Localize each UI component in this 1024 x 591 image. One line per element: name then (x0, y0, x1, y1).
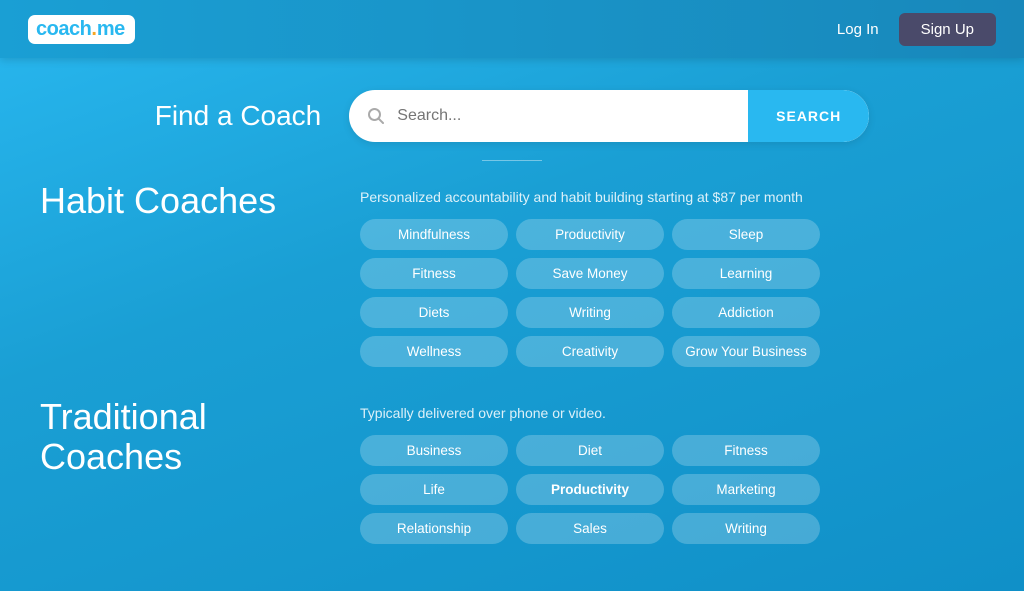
tag-button[interactable]: Save Money (516, 258, 664, 289)
habit-coaches-title: Habit Coaches (40, 181, 330, 221)
main-content: Habit Coaches Personalized accountabilit… (0, 181, 1024, 544)
tag-button[interactable]: Relationship (360, 513, 508, 544)
logo-me-text: me (97, 18, 125, 41)
nav-actions: Log In Sign Up (837, 13, 996, 46)
habit-coaches-left: Habit Coaches (40, 181, 360, 221)
tag-button[interactable]: Wellness (360, 336, 508, 367)
tag-button[interactable]: Business (360, 435, 508, 466)
traditional-coaches-subtitle: Typically delivered over phone or video. (360, 405, 984, 421)
tag-button[interactable]: Diet (516, 435, 664, 466)
tag-button[interactable]: Addiction (672, 297, 820, 328)
habit-coaches-section: Habit Coaches Personalized accountabilit… (40, 181, 984, 367)
tag-button[interactable]: Marketing (672, 474, 820, 505)
tag-button[interactable]: Life (360, 474, 508, 505)
tag-button[interactable]: Sales (516, 513, 664, 544)
tag-button[interactable]: Fitness (672, 435, 820, 466)
habit-coaches-tags: Mindfulness Productivity Sleep Fitness Save … (360, 219, 820, 367)
search-button[interactable]: SEARCH (748, 90, 869, 142)
tag-button[interactable]: Learning (672, 258, 820, 289)
logo-coach-text: coach (36, 18, 91, 41)
section-divider (482, 160, 542, 161)
traditional-coaches-section: Traditional Coaches Typically delivered … (40, 397, 984, 544)
tag-button[interactable]: Writing (672, 513, 820, 544)
tag-button[interactable]: Productivity (516, 219, 664, 250)
tag-button[interactable]: Sleep (672, 219, 820, 250)
logo-image: coach.me (28, 15, 135, 44)
navbar: coach.me Log In Sign Up (0, 0, 1024, 58)
search-bar: SEARCH (349, 90, 869, 142)
tag-button[interactable]: Mindfulness (360, 219, 508, 250)
signup-button[interactable]: Sign Up (899, 13, 996, 46)
traditional-coaches-title: Traditional Coaches (40, 397, 330, 476)
traditional-coaches-right: Typically delivered over phone or video.… (360, 397, 984, 544)
search-icon (349, 107, 397, 125)
tag-button[interactable]: Diets (360, 297, 508, 328)
traditional-coaches-tags: Business Diet Fitness Life Productivity Marke… (360, 435, 820, 544)
traditional-coaches-left: Traditional Coaches (40, 397, 360, 476)
tag-button[interactable]: Creativity (516, 336, 664, 367)
page-title: Find a Coach (155, 100, 322, 132)
hero-section: Find a Coach SEARCH (0, 58, 1024, 160)
tag-button[interactable]: Fitness (360, 258, 508, 289)
search-input[interactable] (397, 107, 748, 125)
login-link[interactable]: Log In (837, 21, 879, 38)
tag-button[interactable]: Grow Your Business (672, 336, 820, 367)
tag-button[interactable]: Writing (516, 297, 664, 328)
habit-coaches-right: Personalized accountability and habit bu… (360, 181, 984, 367)
tag-button[interactable]: Productivity (516, 474, 664, 505)
logo: coach.me (28, 15, 135, 44)
habit-coaches-subtitle: Personalized accountability and habit bu… (360, 189, 984, 205)
